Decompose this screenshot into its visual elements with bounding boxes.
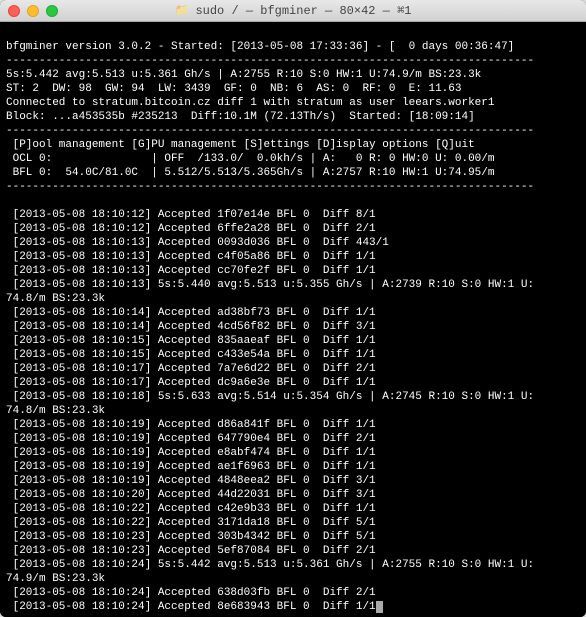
device-line: OCL 0: | OFF /133.0/ 0.0kh/s | A: 0 R: 0… [6, 153, 494, 165]
divider: ----------------------------------------… [6, 125, 534, 137]
traffic-lights [8, 5, 58, 17]
connection-line: Connected to stratum.bitcoin.cz diff 1 w… [6, 97, 494, 109]
window-title: 📁 sudo / — bfgminer — 80×42 — ⌘1 [0, 3, 586, 18]
zoom-icon[interactable] [46, 5, 58, 17]
device-line: BFL 0: 54.0C/81.0C | 5.512/5.513/5.365Gh… [6, 167, 494, 179]
title-text: sudo / — bfgminer — 80×42 — ⌘1 [195, 3, 411, 18]
folder-icon: 📁 [174, 3, 189, 18]
titlebar[interactable]: 📁 sudo / — bfgminer — 80×42 — ⌘1 [0, 0, 586, 22]
block-line: Block: ...a453535b #235213 Diff:10.1M (7… [6, 111, 475, 123]
close-icon[interactable] [8, 5, 20, 17]
divider: ----------------------------------------… [6, 181, 534, 193]
log-lines: [2013-05-08 18:10:12] Accepted 1f07e14e … [6, 209, 534, 613]
stats-line: ST: 2 DW: 98 GW: 94 LW: 3439 GF: 0 NB: 6… [6, 83, 461, 95]
menu-line: [P]ool management [G]PU management [S]et… [6, 139, 475, 151]
terminal-window: 📁 sudo / — bfgminer — 80×42 — ⌘1 bfgmine… [0, 0, 586, 617]
divider: ----------------------------------------… [6, 55, 534, 67]
header-line: bfgminer version 3.0.2 - Started: [2013-… [6, 41, 514, 53]
cursor [376, 601, 383, 613]
minimize-icon[interactable] [27, 5, 39, 17]
terminal-output[interactable]: bfgminer version 3.0.2 - Started: [2013-… [0, 22, 586, 617]
stats-line: 5s:5.442 avg:5.513 u:5.361 Gh/s | A:2755… [6, 69, 481, 81]
